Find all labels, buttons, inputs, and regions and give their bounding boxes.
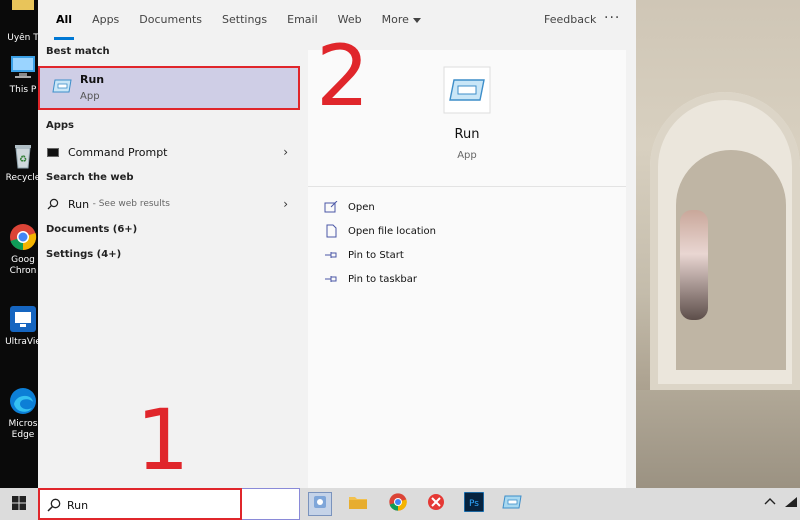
best-match-title: Run: [80, 73, 105, 86]
tab-email[interactable]: Email: [287, 0, 318, 40]
windows-logo-icon: [12, 495, 26, 514]
open-icon: [324, 200, 338, 214]
action-open[interactable]: Open: [324, 197, 375, 217]
screen: Uyên T This P ♻ Recycle Goog Chron Ultra…: [0, 0, 800, 520]
ultraviewer-icon: [8, 304, 38, 334]
tab-documents[interactable]: Documents: [139, 0, 202, 40]
section-apps: Apps: [46, 120, 75, 131]
pin-icon: [324, 272, 338, 286]
result-label: Command Prompt: [68, 145, 168, 159]
result-web-search[interactable]: Run - See web results ›: [38, 192, 300, 216]
action-pin-to-taskbar[interactable]: Pin to taskbar: [324, 269, 417, 289]
chrome-icon: [8, 222, 38, 252]
taskbar-search[interactable]: [38, 488, 300, 520]
action-label: Open: [348, 201, 375, 213]
command-prompt-icon: [46, 147, 60, 157]
feedback-link[interactable]: Feedback: [544, 0, 596, 40]
action-label: Open file location: [348, 225, 436, 237]
section-documents[interactable]: Documents (6+): [46, 224, 137, 235]
section-settings[interactable]: Settings (4+): [46, 249, 121, 260]
svg-text:♻: ♻: [19, 155, 27, 165]
taskbar: Ps: [0, 488, 800, 520]
annotation-step-1: 1: [136, 391, 190, 489]
search-icon: [46, 198, 60, 210]
web-suffix: - See web results: [92, 199, 170, 209]
run-app-icon: [502, 494, 522, 514]
action-pin-to-start[interactable]: Pin to Start: [324, 245, 404, 265]
pin-icon: [324, 248, 338, 262]
taskbar-photoshop[interactable]: Ps: [462, 491, 486, 516]
result-command-prompt[interactable]: Command Prompt ›: [38, 140, 300, 164]
recycle-bin-icon: ♻: [8, 140, 38, 170]
tab-apps[interactable]: Apps: [92, 0, 119, 40]
tab-more-label: More: [381, 13, 409, 26]
preview-title: Run: [454, 127, 480, 142]
file-location-icon: [324, 224, 338, 238]
preview-subtitle: App: [457, 150, 477, 161]
photo-person: [680, 210, 708, 320]
section-best-match: Best match: [46, 46, 110, 57]
scissors-icon: [426, 492, 446, 516]
tab-settings[interactable]: Settings: [222, 0, 267, 40]
photo-ground: [636, 390, 800, 488]
run-app-icon: [52, 78, 72, 94]
folder-icon: [348, 494, 368, 514]
taskbar-snipping-tool[interactable]: [424, 492, 448, 516]
action-label: Pin to Start: [348, 249, 404, 261]
chevron-down-icon: [412, 17, 421, 23]
web-query: Run: [68, 197, 90, 211]
computer-icon: [8, 52, 38, 82]
photoshop-icon: Ps: [463, 491, 485, 516]
action-label: Pin to taskbar: [348, 273, 417, 285]
preview-divider: [308, 186, 626, 187]
search-input[interactable]: [67, 497, 267, 513]
chevron-right-icon[interactable]: ›: [283, 197, 288, 211]
best-match-run[interactable]: Run App: [38, 66, 300, 110]
more-options-icon[interactable]: ···: [604, 0, 620, 40]
best-match-subtitle: App: [80, 91, 100, 102]
tab-more[interactable]: More: [382, 0, 421, 40]
taskbar-run[interactable]: [500, 492, 524, 516]
annotation-step-2: 2: [316, 27, 370, 125]
taskbar-file-explorer[interactable]: [346, 492, 370, 516]
run-app-icon: [443, 66, 491, 114]
network-icon[interactable]: [784, 496, 798, 511]
taskbar-task-view[interactable]: [308, 492, 332, 516]
chrome-icon: [388, 492, 408, 516]
tab-all[interactable]: All: [53, 0, 75, 40]
edge-icon: [8, 386, 38, 416]
svg-text:Ps: Ps: [469, 499, 479, 509]
chevron-right-icon[interactable]: ›: [283, 145, 288, 159]
start-button[interactable]: [0, 488, 38, 520]
task-view-icon: [312, 494, 328, 514]
wallpaper-photo: [636, 0, 800, 488]
action-open-file-location[interactable]: Open file location: [324, 221, 436, 241]
user-folder-icon: [8, 0, 38, 30]
chevron-up-icon[interactable]: [764, 496, 776, 509]
taskbar-chrome[interactable]: [386, 492, 410, 516]
search-icon: [47, 497, 61, 516]
section-search-web: Search the web: [46, 172, 134, 183]
